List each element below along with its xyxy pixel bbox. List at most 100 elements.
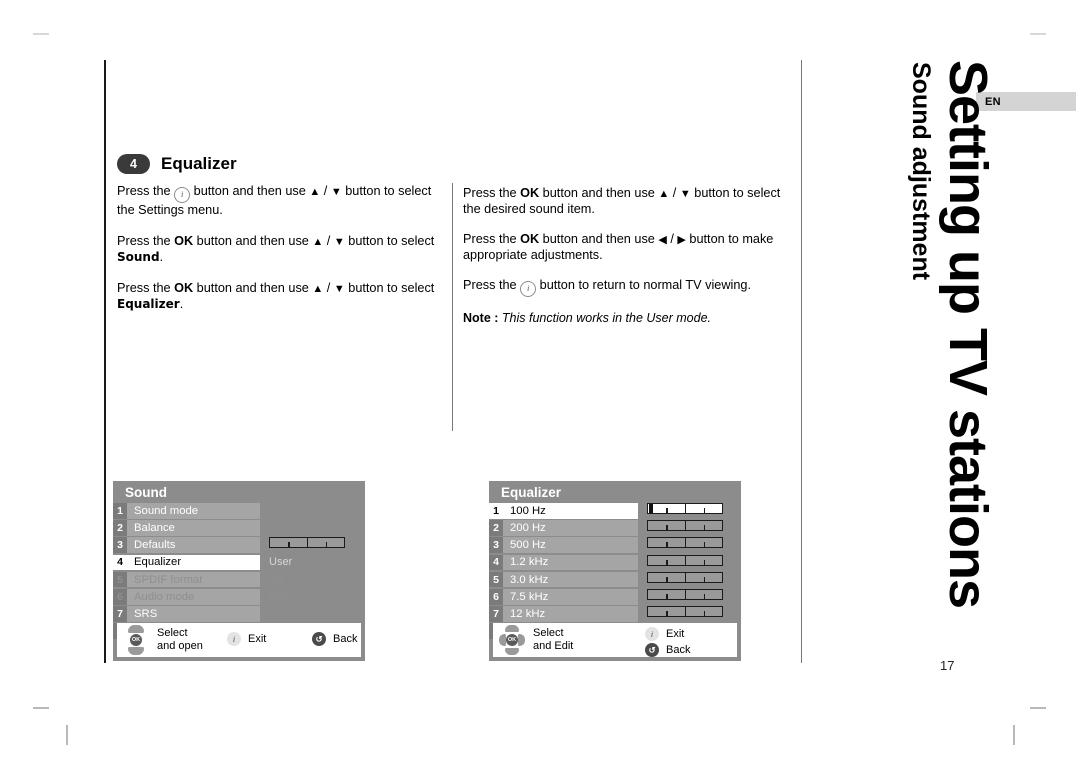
- equalizer-osd-menu: Equalizer 1 100 Hz 2 200 Hz 3 500 Hz 4 1.2 kHz 5…: [489, 481, 741, 661]
- footer-exit-hint-icon: i: [227, 632, 241, 646]
- dpad-rt-icon: [518, 634, 525, 646]
- osd-slider[interactable]: [647, 537, 723, 549]
- crop-mark-bottom-right: [1030, 707, 1046, 709]
- osd-menu-row[interactable]: 2 Balance: [113, 520, 365, 536]
- footer-navigate-line1: Select: [533, 627, 564, 639]
- slider-tick: [666, 593, 668, 599]
- osd-menu-row[interactable]: 4 1.2 kHz: [489, 554, 741, 571]
- osd-row-index: 3: [113, 537, 127, 553]
- footer-back-hint[interactable]: ↺ Back: [645, 643, 690, 657]
- slider-tick: [703, 508, 706, 513]
- direction-arrow-icon: ▼: [679, 188, 691, 200]
- page-title: Equalizer: [161, 154, 237, 173]
- instruction-text: button and then use: [539, 186, 659, 200]
- instruction-text: Press the: [117, 233, 175, 248]
- instructions-right-column: Press the OK button and then use ▲ / ▼ b…: [463, 186, 793, 326]
- osd-row-index: 4: [113, 554, 127, 571]
- crop-mark-top-left: [33, 33, 49, 35]
- direction-arrow-icon: ▼: [333, 282, 345, 295]
- instruction-text: .: [159, 249, 164, 264]
- osd-row-label: 1.2 kHz: [503, 554, 638, 571]
- ok-button-label: OK: [174, 233, 194, 248]
- osd-menu-row[interactable]: 2 200 Hz: [489, 520, 741, 536]
- osd-menu-row[interactable]: 5 3.0 kHz: [489, 571, 741, 588]
- instruction-text: button and then use: [190, 184, 310, 198]
- osd-menu-row[interactable]: 7 SRS: [113, 606, 365, 622]
- instruction-text: .: [179, 296, 184, 311]
- slider-tick: [703, 576, 706, 582]
- footer-back-hint-icon: ↺: [312, 632, 326, 646]
- slider-segment: [684, 538, 723, 548]
- footer-back-hint[interactable]: ↺ Back: [312, 632, 357, 646]
- footer-exit-hint[interactable]: i Exit: [645, 627, 684, 641]
- osd-slider[interactable]: [269, 537, 345, 549]
- slider-tick: [666, 611, 668, 617]
- instruction-text: /: [666, 231, 678, 246]
- slider-tick: [703, 593, 706, 599]
- slider-tick: [666, 542, 668, 548]
- footer-exit-hint-icon: i: [645, 627, 659, 641]
- footer-navigate-line2: and open: [157, 640, 203, 652]
- osd-menu-row[interactable]: 6 Audio mode Main: [113, 588, 365, 605]
- osd-row-label: 12 kHz: [503, 606, 638, 622]
- crop-mark-bottom-right-vertical: [1013, 725, 1015, 745]
- slider-segment: [648, 573, 685, 582]
- slider-segment: [270, 538, 307, 548]
- slider-tick: [288, 542, 290, 548]
- osd-row-value: User: [269, 556, 293, 569]
- osd-menu-row[interactable]: 1 Sound mode: [113, 503, 365, 519]
- osd-row-label: SPDIF format: [127, 571, 260, 588]
- osd-menu-row[interactable]: 3 500 Hz: [489, 537, 741, 553]
- menu-name-emphasis: Sound: [117, 249, 160, 264]
- footer-back-hint-label: Back: [333, 632, 358, 645]
- footer-exit-hint[interactable]: i Exit: [227, 632, 266, 646]
- osd-slider[interactable]: [647, 520, 723, 532]
- osd-slider[interactable]: [647, 606, 723, 618]
- slider-segment: [684, 555, 723, 565]
- footer-back-hint-label: Back: [666, 643, 691, 656]
- instruction-text: /: [669, 186, 680, 200]
- footer-navigate-line2: and Edit: [533, 640, 574, 652]
- crop-mark-bottom-left-vertical: [66, 725, 68, 745]
- slider-segment: [684, 607, 723, 617]
- osd-menu-row[interactable]: 5 SPDIF format Off: [113, 571, 365, 588]
- slider-knob[interactable]: [649, 504, 653, 513]
- osd-menu-row[interactable]: 1 100 Hz: [489, 503, 741, 519]
- footer-back-hint-icon: ↺: [645, 643, 659, 657]
- instruction-text: Press the: [463, 277, 521, 292]
- osd-menu-row[interactable]: 6 7.5 kHz: [489, 588, 741, 605]
- crop-mark-top-right: [1030, 33, 1046, 35]
- note-label: Note :: [463, 310, 499, 325]
- instruction-paragraph: Press the OK button and then use ◀ / ▶ b…: [463, 232, 793, 264]
- osd-menu-row[interactable]: 7 12 kHz: [489, 606, 741, 622]
- instruction-text: button to select: [344, 280, 435, 295]
- osd-slider[interactable]: [647, 588, 723, 600]
- direction-arrow-icon: ▲: [309, 186, 321, 198]
- dpad-4way-icon: OK: [499, 625, 525, 655]
- osd-row-value: Main: [269, 590, 293, 603]
- osd-row-label: Audio mode: [127, 588, 260, 605]
- crop-mark-bottom-left: [33, 707, 49, 709]
- slider-tick: [703, 542, 706, 548]
- slider-tick: [666, 576, 668, 582]
- slider-tick: [703, 611, 706, 617]
- dpad-dn-icon: [128, 647, 144, 655]
- instruction-text: /: [323, 280, 334, 295]
- osd-slider[interactable]: [647, 554, 723, 566]
- osd-slider[interactable]: [647, 571, 723, 583]
- slider-segment: [684, 521, 723, 531]
- page-number: 17: [940, 658, 955, 673]
- side-title-sub: Sound adjustment: [907, 62, 935, 281]
- osd-slider[interactable]: [647, 503, 723, 514]
- osd-row-index: 6: [489, 588, 503, 605]
- dpad-ok-icon: OK: [130, 634, 142, 646]
- slider-tick: [666, 525, 668, 531]
- info-button-icon: i: [174, 187, 191, 203]
- osd-menu-row[interactable]: 3 Defaults: [113, 537, 365, 553]
- osd-menu-row[interactable]: 4 Equalizer User: [113, 554, 365, 571]
- slider-segment: [648, 538, 685, 548]
- equalizer-osd-footer: OK Select and Edit i Exit ↺ Back: [493, 623, 737, 657]
- osd-row-index: 5: [113, 571, 127, 588]
- note-line: Note : This function works in the User m…: [463, 311, 793, 327]
- slider-tick: [666, 508, 668, 513]
